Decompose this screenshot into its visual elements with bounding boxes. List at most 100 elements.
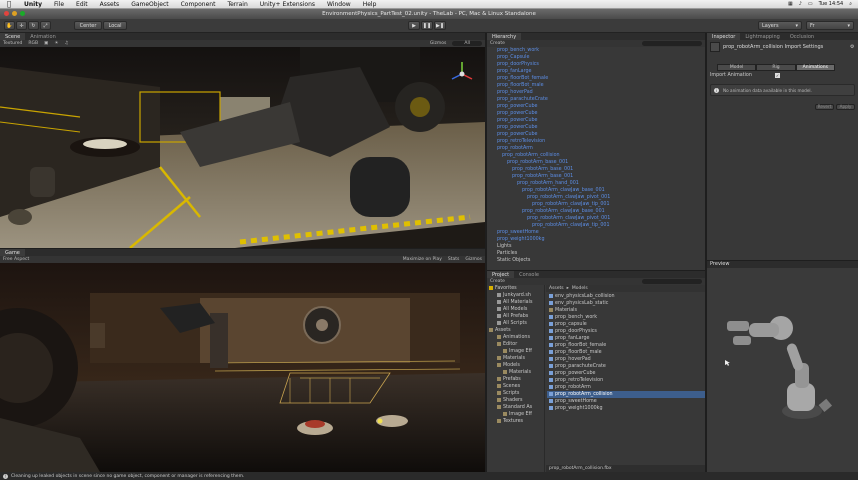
- robot-arm-preview[interactable]: [707, 268, 858, 472]
- hierarchy-item[interactable]: Static Objects: [489, 257, 705, 264]
- step-button[interactable]: ▶❚: [434, 21, 446, 30]
- project-folder[interactable]: Prefabs: [487, 376, 544, 383]
- project-folder[interactable]: Editor: [487, 341, 544, 348]
- pivot-center-toggle[interactable]: Center: [74, 21, 102, 30]
- apple-icon[interactable]: : [0, 0, 18, 8]
- battery-icon[interactable]: ▭: [808, 1, 813, 7]
- tab-occlusion[interactable]: Occlusion: [784, 33, 820, 40]
- stats-toggle[interactable]: Stats: [448, 257, 460, 262]
- tab-console[interactable]: Console: [514, 271, 544, 278]
- project-search-field[interactable]: [642, 279, 702, 284]
- menu-unity-extensions[interactable]: Unity+ Extensions: [254, 1, 321, 8]
- hierarchy-create-dropdown[interactable]: Create: [490, 41, 505, 46]
- scene-render-mode-dropdown[interactable]: RGB: [28, 41, 38, 46]
- project-file-item[interactable]: prop_weight1000kg: [547, 405, 705, 412]
- hierarchy-item[interactable]: prop_robotArm_clawJaw_pivot_001: [489, 215, 705, 222]
- project-file-item[interactable]: prop_floorBot_male: [547, 349, 705, 356]
- subtab-animations[interactable]: Animations: [795, 64, 835, 71]
- 2d-toggle-icon[interactable]: ▣: [44, 41, 48, 46]
- project-file-item[interactable]: prop_sweetHome: [547, 398, 705, 405]
- menu-terrain[interactable]: Terrain: [221, 1, 253, 8]
- tab-project[interactable]: Project: [487, 271, 515, 278]
- hierarchy-item[interactable]: prop_floorBot_female: [489, 75, 705, 82]
- hierarchy-item[interactable]: prop_hoverPad: [489, 89, 705, 96]
- scale-tool-button[interactable]: ⤢: [40, 21, 51, 30]
- project-folder[interactable]: Textures: [487, 418, 544, 425]
- move-tool-button[interactable]: ✛: [16, 21, 27, 30]
- rotate-tool-button[interactable]: ↻: [28, 21, 39, 30]
- minimize-window-button[interactable]: [12, 11, 17, 16]
- hierarchy-item[interactable]: prop_robotArm_clawJaw_pivot_001: [489, 194, 705, 201]
- project-file-item[interactable]: Materials: [547, 307, 705, 314]
- hierarchy-item[interactable]: prop_robotArm: [489, 145, 705, 152]
- hand-tool-button[interactable]: ✋: [4, 21, 15, 30]
- scene-shading-dropdown[interactable]: Textured: [3, 41, 22, 46]
- favorite-item[interactable]: All Scripts: [487, 320, 544, 327]
- hierarchy-item[interactable]: prop_weight1000kg: [489, 236, 705, 243]
- project-file-item[interactable]: prop_bench_work: [547, 314, 705, 321]
- favorite-item[interactable]: All Materials: [487, 299, 544, 306]
- menu-file[interactable]: File: [48, 1, 70, 8]
- import-animation-checkbox[interactable]: ✓: [775, 73, 780, 78]
- wifi-icon[interactable]: ▦: [788, 1, 793, 7]
- hierarchy-item[interactable]: prop_powerCube: [489, 131, 705, 138]
- tab-scene[interactable]: Scene: [0, 33, 26, 40]
- scene-gizmos-dropdown[interactable]: Gizmos: [430, 41, 447, 46]
- inspector-settings-gear-icon[interactable]: ⚙: [850, 44, 854, 50]
- project-folder[interactable]: Image Eff: [487, 411, 544, 418]
- hierarchy-item[interactable]: prop_powerCube: [489, 117, 705, 124]
- project-folder[interactable]: Image Eff: [487, 348, 544, 355]
- maximize-on-play-toggle[interactable]: Maximize on Play: [403, 257, 442, 262]
- hierarchy-item[interactable]: prop_powerCube: [489, 110, 705, 117]
- project-folder[interactable]: Scripts: [487, 390, 544, 397]
- project-create-dropdown[interactable]: Create: [490, 279, 505, 284]
- menu-window[interactable]: Window: [321, 1, 357, 8]
- project-file-item[interactable]: prop_hoverPad: [547, 356, 705, 363]
- tab-animation[interactable]: Animation: [25, 33, 61, 40]
- project-file-item[interactable]: prop_parachuteCrate: [547, 363, 705, 370]
- pivot-local-toggle[interactable]: Local: [103, 21, 127, 30]
- menu-help[interactable]: Help: [357, 1, 383, 8]
- tab-game[interactable]: Game: [0, 249, 25, 256]
- project-folder[interactable]: Standard As: [487, 404, 544, 411]
- hierarchy-item[interactable]: prop_retroTelevision: [489, 138, 705, 145]
- subtab-model[interactable]: Model: [717, 64, 757, 71]
- breadcrumb-assets[interactable]: Assets: [549, 286, 564, 291]
- tab-hierarchy[interactable]: Hierarchy: [487, 33, 522, 40]
- favorites-header[interactable]: Favorites: [487, 285, 544, 292]
- scene-viewport[interactable]: [0, 47, 485, 248]
- project-folder[interactable]: Shaders: [487, 397, 544, 404]
- close-window-button[interactable]: [4, 11, 9, 16]
- hierarchy-item[interactable]: prop_fanLarge: [489, 68, 705, 75]
- hierarchy-item[interactable]: prop_bench_work: [489, 47, 705, 54]
- menu-unity[interactable]: Unity: [18, 1, 48, 8]
- game-gizmos-toggle[interactable]: Gizmos: [465, 257, 482, 262]
- layers-dropdown[interactable]: Layers ▾: [758, 21, 802, 30]
- zoom-window-button[interactable]: [20, 11, 25, 16]
- revert-button[interactable]: Revert: [815, 104, 834, 110]
- hierarchy-item[interactable]: prop_doorPhysics: [489, 61, 705, 68]
- hierarchy-item[interactable]: prop_robotArm_clawJaw_tip_001: [489, 201, 705, 208]
- game-viewport[interactable]: [0, 263, 485, 472]
- layout-dropdown[interactable]: Fr ▾: [806, 21, 854, 30]
- project-file-item[interactable]: prop_powerCube: [547, 370, 705, 377]
- hierarchy-item[interactable]: prop_powerCube: [489, 103, 705, 110]
- hierarchy-item[interactable]: prop_robotArm_clawJaw_tip_001: [489, 222, 705, 229]
- project-file-item[interactable]: prop_robotArm_collision: [547, 391, 705, 398]
- project-file-item[interactable]: prop_capsule: [547, 321, 705, 328]
- assets-root-folder[interactable]: Assets: [487, 327, 544, 334]
- scene-search-field[interactable]: All: [452, 41, 482, 46]
- project-file-item[interactable]: prop_doorPhysics: [547, 328, 705, 335]
- project-file-item[interactable]: prop_floorBot_female: [547, 342, 705, 349]
- status-bar[interactable]: ! Cleaning up leaked objects in scene si…: [0, 472, 858, 480]
- aspect-dropdown[interactable]: Free Aspect: [3, 257, 29, 262]
- hierarchy-item[interactable]: prop_robotArm_clawJaw_base_001: [489, 187, 705, 194]
- favorite-item[interactable]: Junkyard.sh: [487, 292, 544, 299]
- hierarchy-search-field[interactable]: [642, 41, 702, 46]
- menu-assets[interactable]: Assets: [94, 1, 126, 8]
- menu-edit[interactable]: Edit: [70, 1, 94, 8]
- hierarchy-item[interactable]: prop_Capsule: [489, 54, 705, 61]
- menu-component[interactable]: Component: [175, 1, 222, 8]
- project-file-item[interactable]: prop_retroTelevision: [547, 377, 705, 384]
- hierarchy-item[interactable]: prop_robotArm_base_001: [489, 159, 705, 166]
